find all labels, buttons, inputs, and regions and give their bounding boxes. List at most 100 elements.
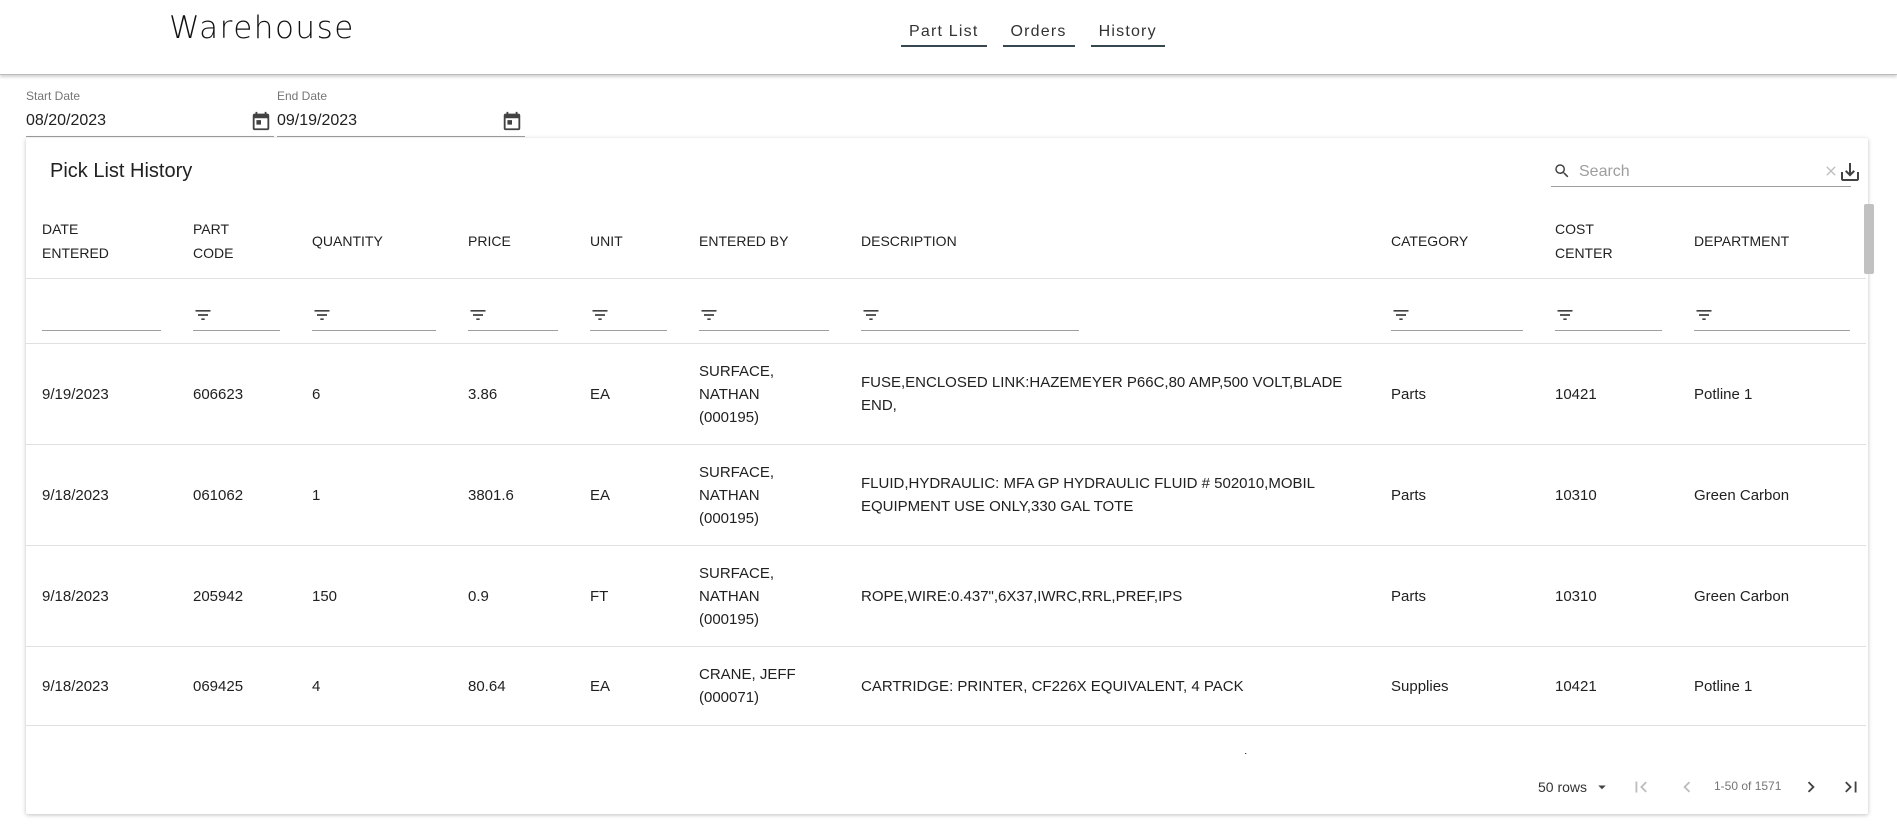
filter-entered-by[interactable] [683, 278, 845, 344]
rows-per-page-select[interactable]: 50 rows [1538, 778, 1611, 796]
start-date-value[interactable]: 08/20/2023 [26, 112, 106, 130]
column-header-cost-center[interactable]: COST CENTER [1539, 204, 1678, 279]
cell-date: 9/18/2023 [26, 545, 177, 647]
filter-part-code[interactable] [177, 278, 296, 344]
start-date-label: Start Date [26, 89, 81, 103]
chevron-right-icon[interactable] [1800, 776, 1822, 798]
column-header-unit[interactable]: UNIT [574, 204, 683, 279]
cell-price: 3.86 [452, 343, 574, 445]
filter-unit[interactable] [574, 278, 683, 344]
column-header-description[interactable]: DESCRIPTION [845, 204, 1375, 279]
search-field[interactable] [1551, 158, 1851, 187]
cell-price: 80.64 [452, 646, 574, 726]
filter-icon [195, 309, 211, 320]
filter-department[interactable] [1678, 278, 1866, 344]
calendar-icon[interactable] [501, 110, 523, 132]
table-row[interactable]: 9/18/2023 069425 4 80.64 EA CRANE, JEFF(… [26, 646, 1866, 726]
cell-part-code: 205942 [177, 545, 296, 647]
cell-department: Potline 1 [1678, 343, 1866, 445]
table-row[interactable]: 9/18/2023 061062 1 3801.6 EA SURFACE, NAT… [26, 444, 1866, 546]
card-title: Pick List History [50, 160, 193, 182]
column-header-quantity[interactable]: QUANTITY [296, 204, 452, 279]
cell-cost-center: 10421 [1539, 343, 1678, 445]
cell-quantity: 150 [296, 545, 452, 647]
cell-date: 9/18/2023 [26, 646, 177, 726]
filter-description[interactable] [845, 278, 1375, 344]
tab-orders[interactable]: Orders [1002, 23, 1075, 47]
cell-cost-center: 10310 [1539, 545, 1678, 647]
cell-quantity: 6 [296, 343, 452, 445]
filter-icon [863, 309, 879, 320]
first-page-icon[interactable] [1630, 776, 1652, 798]
cell-description: FLUID,HYDRAULIC: MFA GP HYDRAULIC FLUID … [845, 444, 1375, 546]
cell-description: CARTRIDGE: PRINTER, CF226X EQUIVALENT, 4… [845, 646, 1375, 726]
cell-entered-by: CRANE, JEFF [683, 725, 845, 754]
cell-quantity [296, 725, 452, 754]
cell-cost-center [1539, 725, 1678, 754]
column-header-part-code[interactable]: PART CODE [177, 204, 296, 279]
filter-price[interactable] [452, 278, 574, 344]
cell-unit: EA [574, 444, 683, 546]
pagination-bar: 50 rows 1-50 of 1571 [26, 758, 1868, 814]
filter-row [26, 278, 1866, 344]
column-header-entered-by[interactable]: ENTERED BY [683, 204, 845, 279]
cell-department [1678, 725, 1866, 754]
column-header-category[interactable]: CATEGORY [1375, 204, 1539, 279]
filter-quantity[interactable] [296, 278, 452, 344]
cell-unit: EA [574, 646, 683, 726]
filter-date-entered[interactable] [26, 278, 177, 344]
header-row: DATE ENTERED PART CODE QUANTITY PRICE UNIT… [26, 204, 1866, 279]
cell-department: Green Carbon [1678, 444, 1866, 546]
cell-department: Green Carbon [1678, 545, 1866, 647]
filter-icon [470, 309, 486, 320]
last-page-icon[interactable] [1840, 776, 1862, 798]
cell-category: Parts [1375, 545, 1539, 647]
cell-entered-by: CRANE, JEFF (000071) [683, 646, 845, 726]
cell-entered-by: SURFACE, NATHAN (000195) [683, 444, 845, 546]
close-icon[interactable] [1823, 163, 1839, 179]
table-row[interactable]: CRANE, JEFF HELMET,SAFETY: MSAC 475358, … [26, 725, 1866, 754]
cell-date: 9/19/2023 [26, 343, 177, 445]
cell-entered-by: SURFACE, NATHAN (000195) [683, 545, 845, 647]
table-row[interactable]: 9/18/2023 205942 150 0.9 FT SURFACE, NATH… [26, 545, 1866, 647]
filter-icon [1557, 309, 1573, 320]
history-table-container: DATE ENTERED PART CODE QUANTITY PRICE UNIT… [26, 204, 1866, 754]
cell-part-code: 069425 [177, 646, 296, 726]
table-row[interactable]: 9/19/2023 606623 6 3.86 EA SURFACE, NATHA… [26, 343, 1866, 445]
cell-price [452, 725, 574, 754]
filter-cost-center[interactable] [1539, 278, 1678, 344]
cell-unit: FT [574, 545, 683, 647]
end-date-field[interactable]: End Date 09/19/2023 [277, 88, 525, 137]
cell-date [26, 725, 177, 754]
search-input[interactable] [1577, 160, 1811, 184]
download-icon[interactable] [1838, 160, 1862, 184]
chevron-left-icon[interactable] [1676, 776, 1698, 798]
filter-category[interactable] [1375, 278, 1539, 344]
history-table: DATE ENTERED PART CODE QUANTITY PRICE UNIT… [26, 204, 1866, 754]
end-date-value[interactable]: 09/19/2023 [277, 112, 357, 130]
column-header-date-entered[interactable]: DATE ENTERED [26, 204, 177, 279]
cell-price: 3801.6 [452, 444, 574, 546]
filter-icon [592, 309, 608, 320]
cell-quantity: 1 [296, 444, 452, 546]
cell-entered-by: SURFACE, NATHAN (000195) [683, 343, 845, 445]
cell-unit [574, 725, 683, 754]
cell-description: ROPE,WIRE:0.437",6X37,IWRC,RRL,PREF,IPS [845, 545, 1375, 647]
tab-history[interactable]: History [1090, 23, 1165, 47]
start-date-field[interactable]: Start Date 08/20/2023 [26, 88, 274, 137]
cell-description: HELMET,SAFETY: MSAC 475358, HARD HAT WHI… [845, 725, 1375, 754]
table-scrollbar[interactable] [1864, 204, 1874, 274]
dropdown-arrow-icon [1598, 785, 1606, 790]
cell-category: Supplies [1375, 646, 1539, 726]
cell-cost-center: 10421 [1539, 646, 1678, 726]
column-header-department[interactable]: DEPARTMENT [1678, 204, 1866, 279]
column-header-price[interactable]: PRICE [452, 204, 574, 279]
cell-category: Parts [1375, 343, 1539, 445]
cell-unit: EA [574, 343, 683, 445]
filter-icon [1696, 309, 1712, 320]
tab-part-list[interactable]: Part List [901, 23, 987, 47]
cell-description: FUSE,ENCLOSED LINK:HAZEMEYER P66C,80 AMP… [845, 343, 1375, 445]
calendar-icon[interactable] [250, 110, 272, 132]
search-icon [1555, 164, 1569, 178]
cell-category [1375, 725, 1539, 754]
